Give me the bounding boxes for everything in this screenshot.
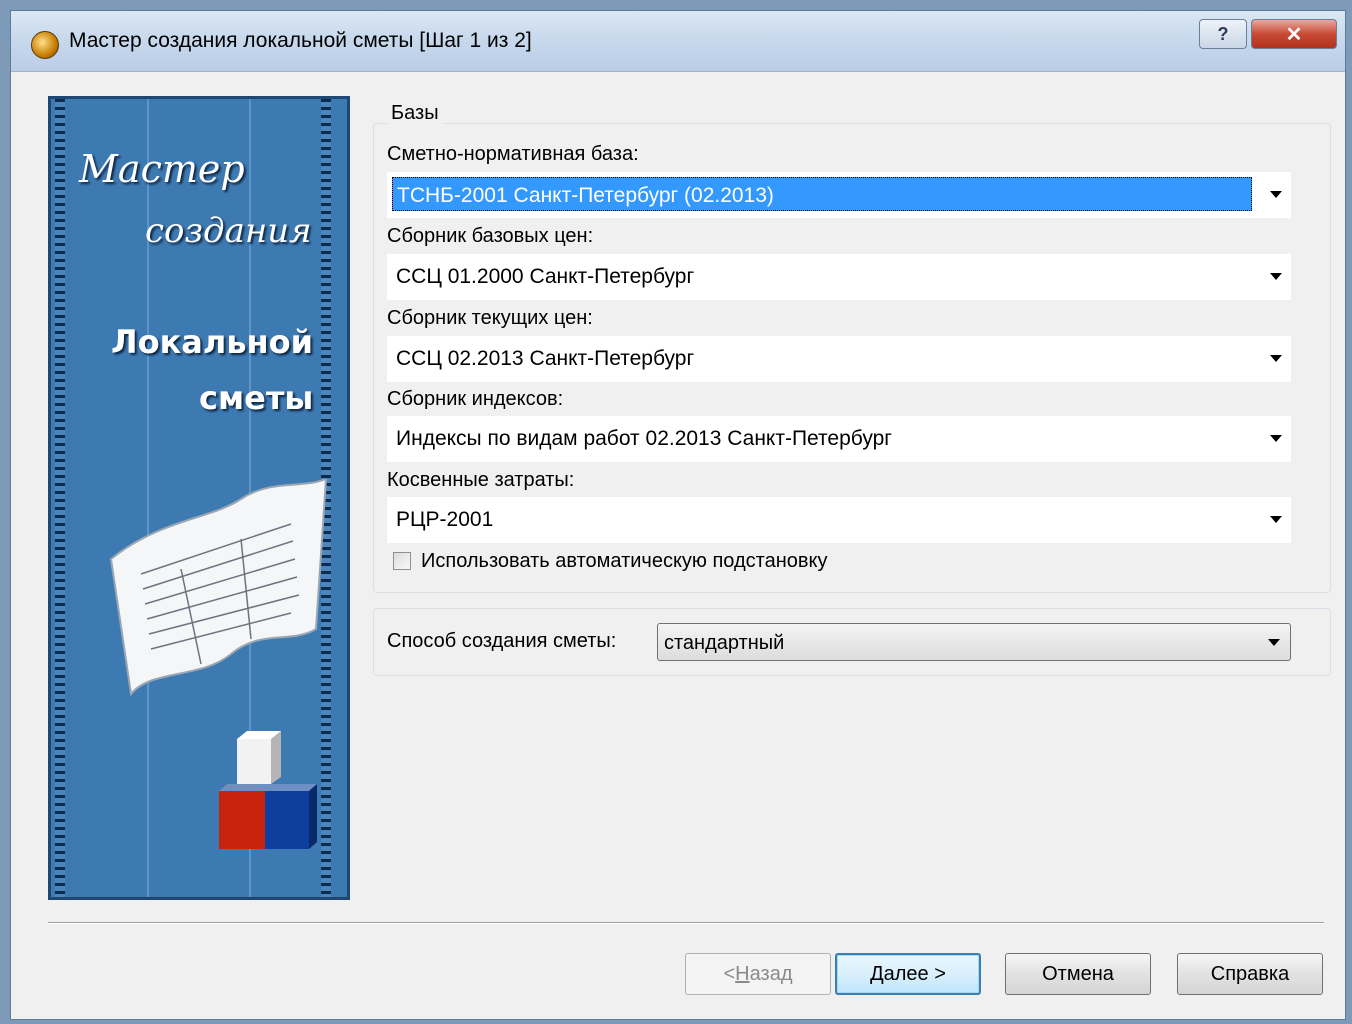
current-prices-value: ССЦ 02.2013 Санкт-Петербург [396, 347, 695, 370]
next-accelerator: Д [870, 962, 884, 985]
selection-highlight: ТСНБ-2001 Санкт-Петербург (02.2013) [392, 177, 1252, 211]
chevron-down-icon[interactable] [1270, 191, 1282, 198]
base-prices-combo[interactable]: ССЦ 01.2000 Санкт-Петербург [387, 254, 1291, 300]
dialog-client: Мастер создания Локальной сметы Базы Сме… [11, 72, 1345, 1019]
help-button[interactable]: Справка [1177, 953, 1323, 995]
normative-base-label: Сметно-нормативная база: [387, 143, 639, 165]
back-button[interactable]: < Назад [685, 953, 831, 995]
app-icon [31, 31, 59, 59]
next-button[interactable]: Далее > [835, 953, 981, 995]
wizard-window: Мастер создания локальной сметы [Шаг 1 и… [10, 10, 1346, 1020]
banner-rail-left [55, 99, 65, 897]
base-prices-label: Сборник базовых цен: [387, 225, 594, 247]
help-title-button[interactable]: ? [1199, 19, 1247, 49]
cancel-button[interactable]: Отмена [1005, 953, 1151, 995]
normative-base-value: ТСНБ-2001 Санкт-Петербург (02.2013) [397, 184, 774, 207]
next-label: алее > [883, 962, 946, 985]
banner-title-line1: Мастер [79, 147, 245, 191]
indexes-value: Индексы по видам работ 02.2013 Санкт-Пет… [396, 427, 892, 450]
wizard-banner-image: Мастер создания Локальной сметы [48, 96, 350, 900]
back-label: азад [749, 962, 793, 985]
method-label: Способ создания сметы: [387, 630, 617, 652]
banner-title-line3: Локальной [111, 323, 314, 361]
indexes-combo[interactable]: Индексы по видам работ 02.2013 Санкт-Пет… [387, 416, 1291, 462]
bases-legend: Базы [387, 102, 443, 125]
indexes-label: Сборник индексов: [387, 388, 564, 410]
footer-separator [48, 922, 1324, 924]
indirect-costs-value: РЦР-2001 [396, 508, 494, 531]
chevron-down-icon[interactable] [1270, 273, 1282, 280]
indirect-costs-label: Косвенные затраты: [387, 469, 575, 491]
current-prices-combo[interactable]: ССЦ 02.2013 Санкт-Петербург [387, 336, 1291, 382]
title-bar[interactable]: Мастер создания локальной сметы [Шаг 1 и… [11, 11, 1345, 72]
cubes-icon [219, 731, 317, 849]
document-icon [109, 479, 328, 697]
auto-substitution-checkbox[interactable] [393, 552, 411, 570]
chevron-down-icon[interactable] [1268, 639, 1280, 646]
indirect-costs-combo[interactable]: РЦР-2001 [387, 497, 1291, 543]
auto-substitution-label[interactable]: Использовать автоматическую подстановку [421, 550, 827, 573]
banner-title-line4: сметы [199, 379, 314, 417]
chevron-down-icon[interactable] [1270, 355, 1282, 362]
back-accelerator: Н [735, 962, 750, 985]
chevron-down-icon[interactable] [1270, 516, 1282, 523]
window-title: Мастер создания локальной сметы [Шаг 1 и… [69, 29, 532, 52]
chevron-down-icon[interactable] [1270, 435, 1282, 442]
back-prefix: < [723, 962, 736, 985]
close-button[interactable]: ✕ [1251, 19, 1337, 49]
normative-base-combo[interactable]: ТСНБ-2001 Санкт-Петербург (02.2013) [387, 172, 1291, 218]
method-value: стандартный [664, 632, 785, 654]
current-prices-label: Сборник текущих цен: [387, 307, 593, 329]
method-combo[interactable]: стандартный [657, 623, 1291, 661]
banner-title-line2: создания [145, 211, 312, 251]
base-prices-value: ССЦ 01.2000 Санкт-Петербург [396, 265, 695, 288]
